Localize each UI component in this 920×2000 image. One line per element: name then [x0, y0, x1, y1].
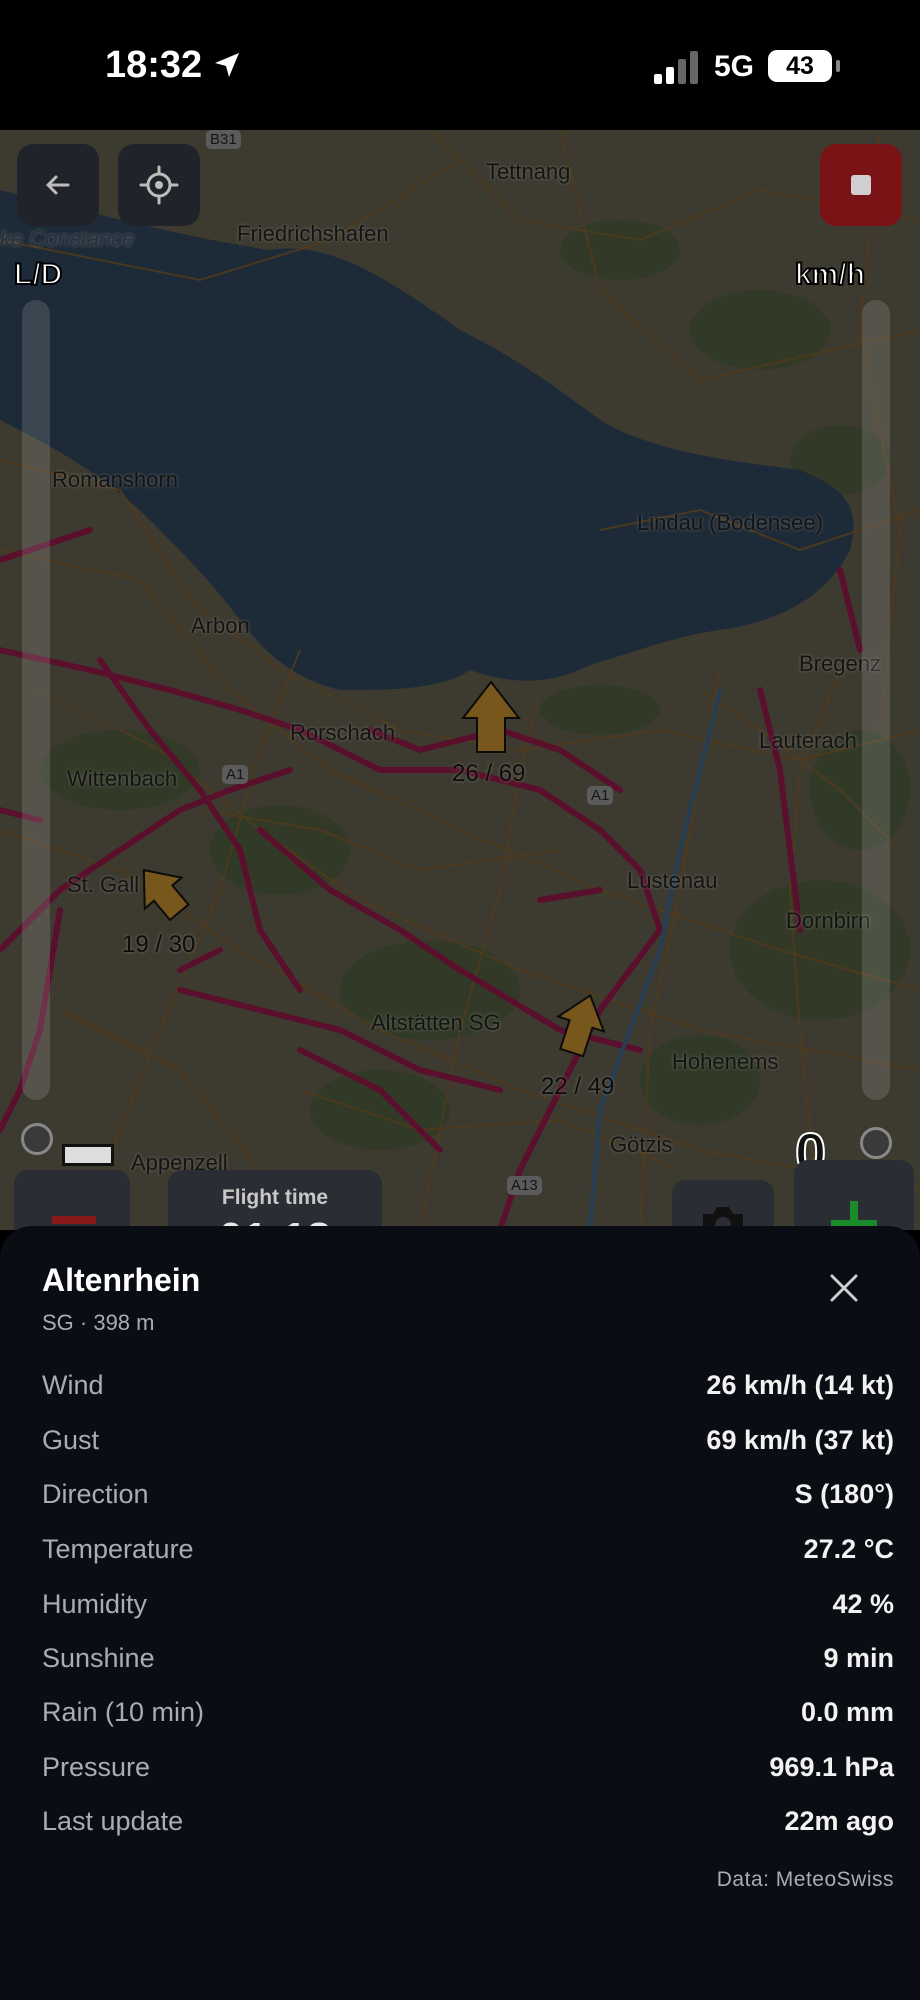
network-type: 5G [714, 50, 755, 83]
locate-button[interactable] [118, 144, 200, 226]
flight-time-panel: Flight time 01:18 [168, 1170, 382, 1230]
data-source-label: Data: MeteoSwiss [716, 1868, 894, 1891]
detail-row-gust: Gust 69 km/h (37 kt) [42, 1425, 894, 1465]
detail-label: Last update [42, 1806, 184, 1836]
detail-value: 9 min [823, 1643, 894, 1673]
detail-value: 27.2 °C [803, 1534, 894, 1564]
zoom-out-button[interactable] [14, 1170, 130, 1230]
battery-indicator-icon [62, 1144, 114, 1166]
ld-slider-knob[interactable] [21, 1123, 53, 1155]
detail-row-direction: Direction S (180°) [42, 1479, 894, 1519]
detail-row-wind: Wind 26 km/h (14 kt) [42, 1370, 894, 1410]
arrow-left-icon [46, 175, 70, 195]
ld-slider[interactable] [22, 300, 50, 1100]
close-icon[interactable] [822, 1266, 866, 1310]
detail-label: Wind [42, 1370, 104, 1400]
speed-slider[interactable] [862, 300, 890, 1100]
detail-value: 22m ago [784, 1806, 894, 1836]
speed-scale-label: km/h [794, 257, 866, 292]
flight-time-label: Flight time [221, 1186, 329, 1209]
detail-row-temperature: Temperature 27.2 °C [42, 1534, 894, 1574]
detail-row-humidity: Humidity 42 % [42, 1589, 894, 1629]
speed-slider-knob[interactable] [860, 1127, 892, 1159]
detail-row-last-update: Last update 22m ago [42, 1806, 894, 1846]
stop-icon [851, 175, 871, 195]
station-detail-sheet: Altenrhein SG · 398 m Wind 26 km/h (14 k… [0, 1226, 920, 2000]
detail-value: 969.1 hPa [769, 1752, 894, 1782]
detail-value: 69 km/h (37 kt) [706, 1425, 894, 1455]
status-bar: 18:32 5G 43 [0, 0, 920, 130]
detail-label: Pressure [42, 1752, 151, 1782]
detail-row-sunshine: Sunshine 9 min [42, 1643, 894, 1683]
detail-value: 0.0 mm [800, 1697, 894, 1727]
detail-label: Direction [42, 1479, 149, 1509]
back-button[interactable] [17, 144, 99, 226]
station-name: Altenrhein [42, 1262, 201, 1298]
camera-button[interactable] [672, 1180, 774, 1230]
map-view[interactable]: ke Constance Friedrichshafen Tettnang Ro… [0, 130, 920, 1230]
detail-label: Gust [42, 1425, 100, 1455]
stop-recording-button[interactable] [820, 144, 902, 226]
station-subtitle: SG · 398 m [42, 1310, 155, 1335]
signal-strength-icon [654, 51, 698, 84]
minus-icon [52, 1216, 96, 1224]
map-dim-overlay [0, 130, 920, 1230]
detail-label: Rain (10 min) [42, 1697, 205, 1727]
crosshair-icon [139, 165, 179, 205]
ld-scale-label: L/D [13, 257, 63, 292]
location-arrow-icon [215, 53, 239, 77]
detail-value: 42 % [832, 1589, 894, 1619]
battery-level: 43 [768, 50, 840, 82]
detail-label: Humidity [42, 1589, 148, 1619]
detail-label: Sunshine [42, 1643, 155, 1673]
detail-value: 26 km/h (14 kt) [706, 1370, 894, 1400]
detail-label: Temperature [42, 1534, 194, 1564]
detail-value: S (180°) [794, 1479, 894, 1509]
detail-row-rain: Rain (10 min) 0.0 mm [42, 1697, 894, 1737]
zoom-in-button[interactable] [794, 1160, 914, 1230]
status-time: 18:32 [105, 44, 203, 86]
detail-row-pressure: Pressure 969.1 hPa [42, 1752, 894, 1792]
